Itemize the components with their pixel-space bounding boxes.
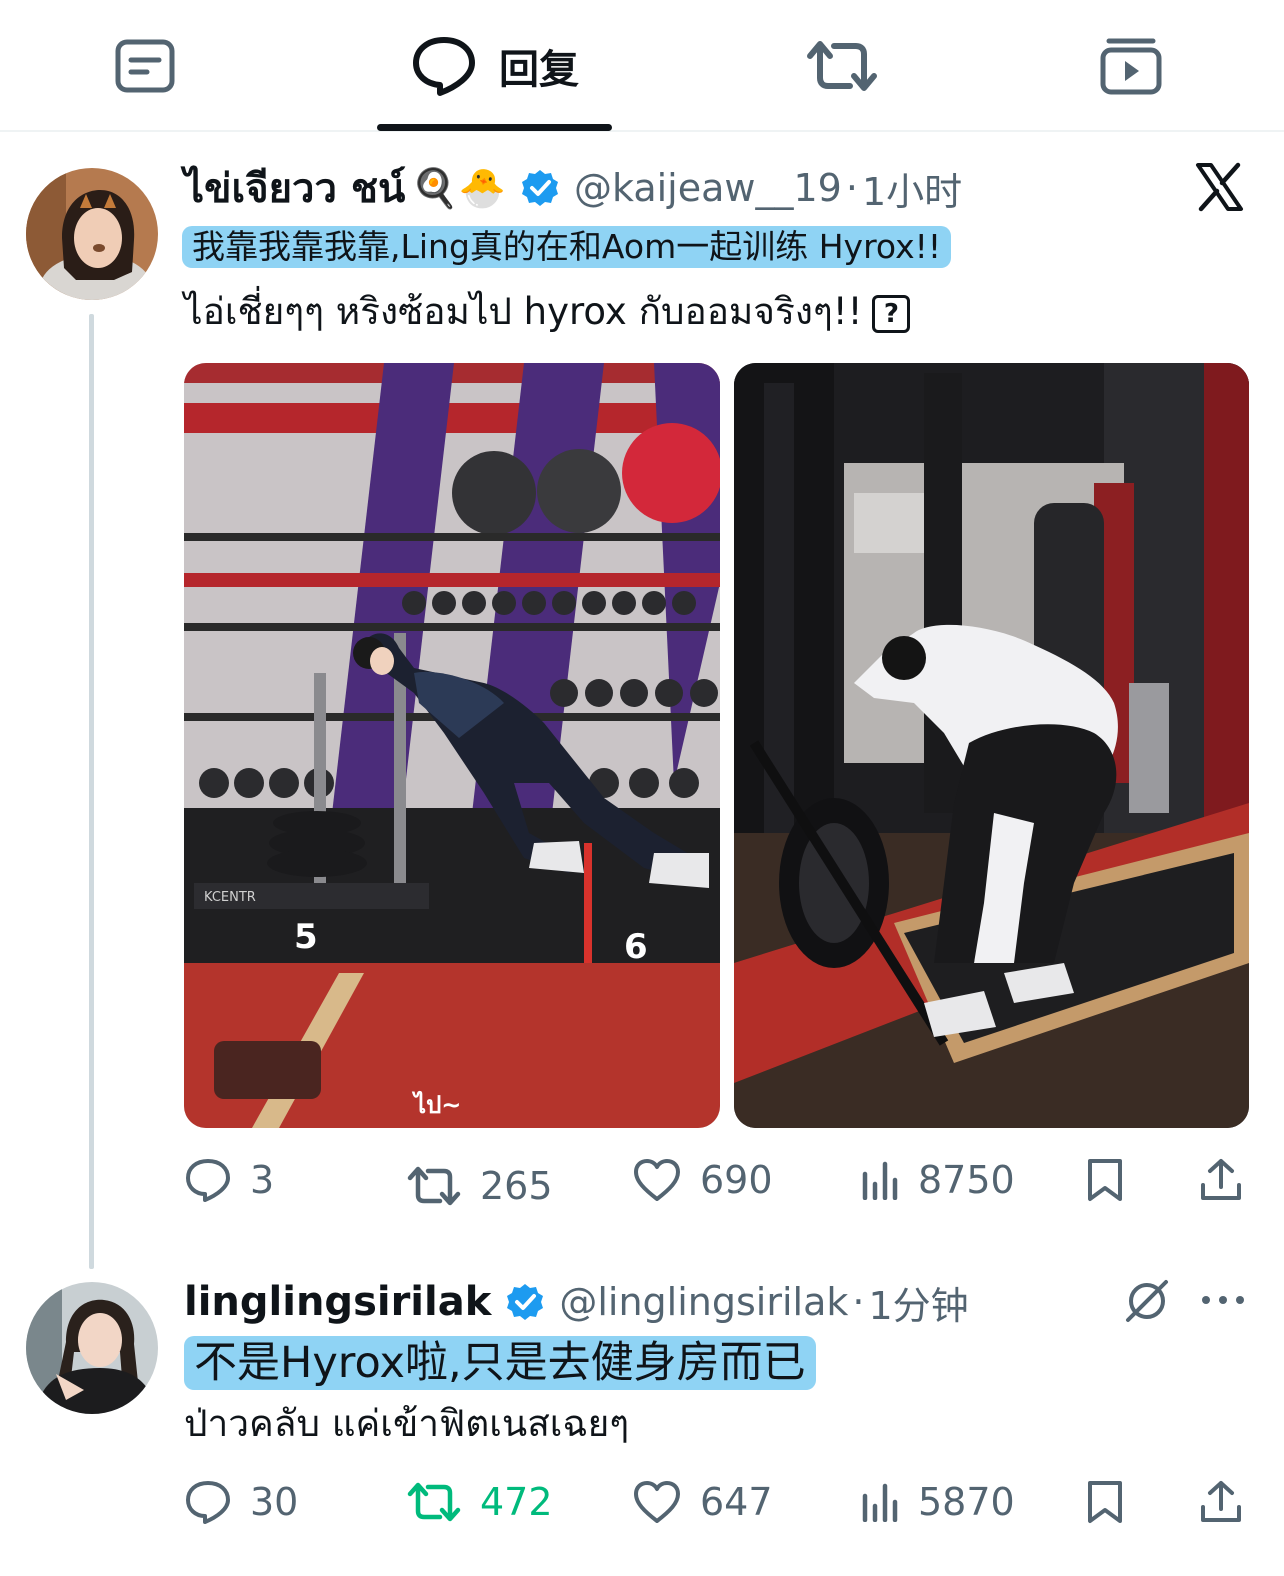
reply-icon bbox=[186, 1481, 230, 1524]
share-icon bbox=[1201, 1481, 1241, 1522]
like-button[interactable]: 690 bbox=[632, 1150, 773, 1210]
tweet2-header: linglingsirilak @linglingsirilak · 1分钟 bbox=[184, 1274, 969, 1330]
translation-highlight: 我靠我靠我靠,Ling真的在和Aom一起训练 Hyrox!! bbox=[182, 226, 952, 268]
retweet-icon bbox=[807, 41, 877, 91]
handle[interactable]: @kaijeaw__19 bbox=[574, 166, 842, 210]
svg-text:KCENTR: KCENTR bbox=[204, 890, 256, 905]
tweet2-actions: 30 472 647 5870 bbox=[184, 1472, 1250, 1532]
like-button[interactable]: 647 bbox=[632, 1472, 773, 1532]
views-chart-icon bbox=[862, 1483, 898, 1522]
name-emoji: 🍳🐣 bbox=[411, 165, 506, 210]
retweet-icon bbox=[407, 1482, 461, 1522]
display-name[interactable]: ไข่เจียวว ชน์ bbox=[184, 156, 405, 220]
reply-button[interactable]: 3 bbox=[184, 1150, 274, 1210]
tab-video[interactable] bbox=[1098, 30, 1164, 102]
bookmark-icon bbox=[1088, 1159, 1122, 1201]
handle[interactable]: @linglingsirilak bbox=[559, 1280, 848, 1324]
tweet-text: ไอ่เชี่ยๆๆ หริงซ้อมไป hyrox กับออมจริงๆ!… bbox=[184, 286, 911, 338]
tab-retweet[interactable] bbox=[804, 30, 880, 102]
views-button[interactable]: 8750 bbox=[860, 1150, 1015, 1210]
reply-bubble-icon bbox=[413, 37, 475, 96]
tweet1-header: ไข่เจียวว ชน์ 🍳🐣 @kaijeaw__19 · 1小时 bbox=[184, 160, 962, 216]
verified-badge-icon bbox=[505, 1282, 545, 1322]
reply-count: 3 bbox=[250, 1158, 275, 1202]
tweet-text-content: ไอ่เชี่ยๆๆ หริงซ้อมไป hyrox กับออมจริงๆ!… bbox=[184, 290, 863, 333]
translation-highlight: 不是Hyrox啦,只是去健身房而已 bbox=[184, 1336, 816, 1390]
tab-bar: 回复 bbox=[0, 0, 1284, 132]
tweet1-actions: 3 265 690 8750 bbox=[184, 1150, 1250, 1210]
grok-icon[interactable] bbox=[1124, 1278, 1170, 1324]
verified-badge-icon bbox=[520, 168, 560, 208]
x-logo-icon bbox=[1196, 162, 1243, 212]
tweet-image-2[interactable] bbox=[734, 363, 1249, 1128]
tab-reply-label: 回复 bbox=[499, 47, 579, 93]
note-icon bbox=[115, 39, 175, 93]
retweet-icon bbox=[407, 1166, 461, 1206]
timestamp[interactable]: 1小时 bbox=[862, 161, 962, 216]
svg-text:6: 6 bbox=[624, 927, 648, 967]
thread-connector bbox=[89, 314, 94, 1269]
views-count: 5870 bbox=[918, 1480, 1015, 1524]
separator: · bbox=[852, 1280, 865, 1324]
views-button[interactable]: 5870 bbox=[860, 1472, 1015, 1532]
retweet-button[interactable]: 265 bbox=[406, 1156, 553, 1216]
tweet-text: ป่าวคลับ แค่เข้าฟิตเนสเฉยๆ bbox=[184, 1402, 630, 1445]
separator: · bbox=[845, 166, 858, 210]
like-count: 647 bbox=[700, 1480, 773, 1524]
tab-notes[interactable] bbox=[112, 30, 178, 102]
views-chart-icon bbox=[862, 1161, 898, 1200]
views-count: 8750 bbox=[918, 1158, 1015, 1202]
retweet-count: 265 bbox=[480, 1164, 553, 1208]
bookmark-button[interactable] bbox=[1084, 1150, 1126, 1210]
reply-icon bbox=[186, 1159, 230, 1202]
share-button[interactable] bbox=[1198, 1150, 1244, 1210]
bookmark-button[interactable] bbox=[1084, 1472, 1126, 1532]
image-caption: ไป~ bbox=[414, 1091, 462, 1119]
retweet-count: 472 bbox=[480, 1480, 553, 1524]
more-options-icon[interactable] bbox=[1200, 1292, 1246, 1308]
display-name[interactable]: linglingsirilak bbox=[184, 1279, 491, 1325]
share-icon bbox=[1201, 1159, 1241, 1200]
tweet-image-1[interactable]: 5 6 KCENTR ไป~ bbox=[184, 363, 720, 1128]
reply-count: 30 bbox=[250, 1480, 299, 1524]
unknown-glyph-icon: ? bbox=[872, 294, 911, 333]
tab-reply[interactable]: 回复 bbox=[400, 30, 590, 102]
share-button[interactable] bbox=[1198, 1472, 1244, 1532]
bookmark-icon bbox=[1088, 1481, 1122, 1523]
retweet-button[interactable]: 472 bbox=[406, 1472, 553, 1532]
avatar[interactable] bbox=[26, 1282, 158, 1414]
svg-text:5: 5 bbox=[294, 917, 318, 957]
heart-icon bbox=[634, 1481, 680, 1523]
like-count: 690 bbox=[700, 1158, 773, 1202]
active-tab-indicator bbox=[377, 124, 612, 131]
reply-button[interactable]: 30 bbox=[184, 1472, 298, 1532]
heart-icon bbox=[634, 1159, 680, 1201]
video-icon bbox=[1100, 38, 1162, 95]
timestamp[interactable]: 1分钟 bbox=[868, 1275, 968, 1330]
avatar[interactable] bbox=[26, 168, 158, 300]
